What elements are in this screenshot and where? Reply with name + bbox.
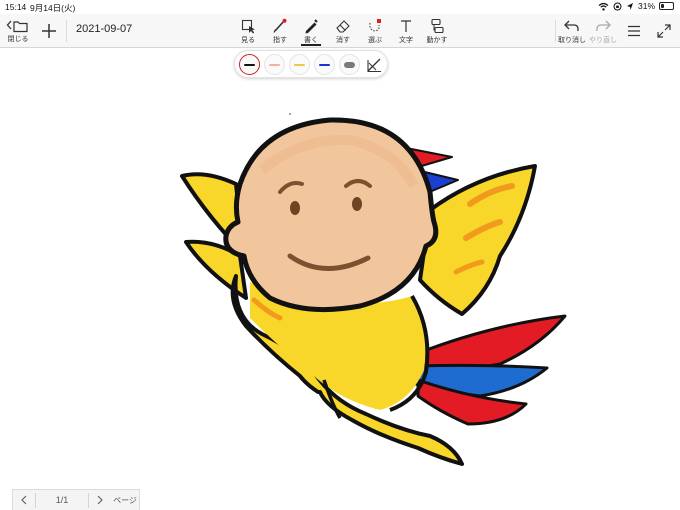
tool-point-label: 指す xyxy=(273,36,287,44)
expand-icon xyxy=(657,24,671,38)
undo-label: 取り消し xyxy=(558,36,586,44)
bird-character-drawing xyxy=(180,113,567,466)
hamburger-menu-icon xyxy=(628,25,640,37)
tool-write-button[interactable]: 書く xyxy=(299,14,323,48)
close-label: 閉じる xyxy=(7,35,29,43)
status-time: 15:14 xyxy=(5,2,27,12)
back-folder-icon xyxy=(6,20,28,32)
tool-point-button[interactable]: 指す xyxy=(268,14,292,48)
fullscreen-button[interactable] xyxy=(654,14,674,48)
right-eye xyxy=(352,197,362,211)
page-label[interactable]: ページ xyxy=(111,490,139,510)
close-button[interactable]: 閉じる xyxy=(4,14,32,48)
status-indicators: 31% xyxy=(598,1,674,11)
tool-text-button[interactable]: 文字 xyxy=(394,14,418,48)
next-page-button[interactable] xyxy=(89,490,111,510)
text-icon xyxy=(401,19,411,32)
tool-erase-button[interactable]: 消す xyxy=(331,14,355,48)
toolbar: 閉じる 2021-09-07 見る 指す 書く 消す 選ぶ 文字 動かす 取り消… xyxy=(0,14,680,48)
select-icon xyxy=(369,18,381,32)
note-canvas[interactable] xyxy=(0,49,680,489)
page-navigator: 1/1 ページ xyxy=(12,489,140,510)
pointer-icon xyxy=(273,18,287,33)
redo-button[interactable]: やり直し xyxy=(588,14,618,48)
wifi-icon xyxy=(598,2,609,11)
move-icon xyxy=(431,18,444,33)
tool-select-button[interactable]: 選ぶ xyxy=(363,14,387,48)
chevron-left-icon xyxy=(21,495,27,505)
eraser-icon xyxy=(336,19,350,33)
document-title: 2021-09-07 xyxy=(76,23,133,35)
chevron-right-icon xyxy=(97,495,103,505)
undo-icon xyxy=(564,20,579,31)
tool-erase-label: 消す xyxy=(336,36,350,44)
active-tool-indicator xyxy=(301,44,321,46)
redo-icon xyxy=(596,20,611,31)
tool-text-label: 文字 xyxy=(399,36,413,44)
view-icon xyxy=(241,19,255,33)
page-indicator: 1/1 xyxy=(55,495,69,505)
plus-icon xyxy=(42,24,56,38)
pen-icon xyxy=(305,18,318,33)
tool-view-button[interactable]: 見る xyxy=(236,14,260,48)
redo-label: やり直し xyxy=(589,36,617,44)
menu-button[interactable] xyxy=(624,14,644,48)
left-eye xyxy=(290,201,300,215)
battery-percent: 31% xyxy=(637,1,655,11)
tool-write-label: 書く xyxy=(304,36,318,44)
tool-view-label: 見る xyxy=(241,36,255,44)
location-icon xyxy=(626,2,633,10)
add-page-button[interactable] xyxy=(38,14,60,48)
status-bar: 15:14 9月14日(火) 31% xyxy=(0,0,680,14)
undo-button[interactable]: 取り消し xyxy=(556,14,588,48)
tool-move-label: 動かす xyxy=(426,36,448,44)
orientation-lock-icon xyxy=(613,2,622,10)
face-head xyxy=(223,117,439,313)
tail-feathers xyxy=(414,314,567,426)
tool-select-label: 選ぶ xyxy=(368,36,382,44)
status-date: 9月14日(火) xyxy=(30,3,76,13)
battery-icon xyxy=(659,2,674,10)
tool-move-button[interactable]: 動かす xyxy=(423,14,451,48)
prev-page-button[interactable] xyxy=(13,490,35,510)
